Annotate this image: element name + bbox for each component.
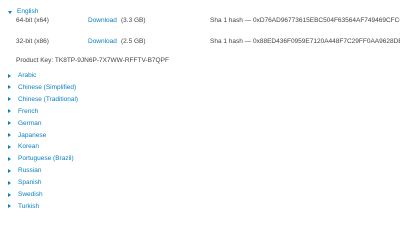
arch-label: 64-bit (x64) <box>16 17 49 24</box>
sha1-hash: Sha 1 hash — 0xD76AD96773615EBC504F63564… <box>210 17 400 24</box>
chevron-right-icon[interactable] <box>8 121 11 126</box>
language-label[interactable]: Korean <box>18 143 39 151</box>
language-label[interactable]: Spanish <box>18 179 42 187</box>
language-label[interactable]: Turkish <box>18 203 39 211</box>
chevron-right-icon[interactable] <box>8 192 11 197</box>
language-section-japanese[interactable]: Japanese <box>8 132 158 140</box>
chevron-right-icon[interactable] <box>8 156 11 161</box>
language-section-spanish[interactable]: Spanish <box>8 179 158 187</box>
language-label[interactable]: Chinese (Traditional) <box>18 96 78 104</box>
language-label[interactable]: German <box>18 120 41 128</box>
language-label[interactable]: Portuguese (Brazil) <box>18 155 74 163</box>
language-section-swedish[interactable]: Swedish <box>8 191 158 199</box>
language-section-portuguese-brazil[interactable]: Portuguese (Brazil) <box>8 155 158 163</box>
language-label[interactable]: French <box>18 108 38 116</box>
chevron-right-icon[interactable] <box>8 133 11 137</box>
language-section-chinese-simplified[interactable]: Chinese (Simplified) <box>8 84 158 92</box>
language-section-turkish[interactable]: Turkish <box>8 203 158 211</box>
sha1-hash: Sha 1 hash — 0x88ED436F0959E7120A448F7C2… <box>210 38 400 45</box>
language-label[interactable]: Arabic <box>18 72 36 80</box>
language-section-german[interactable]: German <box>8 120 158 128</box>
language-section-chinese-traditional[interactable]: Chinese (Traditional) <box>8 96 158 104</box>
download-size: (3.3 GB) <box>121 17 146 24</box>
language-label-english[interactable]: English <box>17 8 38 16</box>
language-label[interactable]: Swedish <box>18 191 43 199</box>
chevron-right-icon[interactable] <box>8 85 11 90</box>
chevron-down-icon[interactable] <box>8 11 12 14</box>
download-link-64bit[interactable]: Download <box>88 17 117 25</box>
download-size: (2.5 GB) <box>121 38 146 45</box>
language-label[interactable]: Japanese <box>18 132 46 140</box>
chevron-right-icon[interactable] <box>8 73 11 78</box>
product-key: Product Key: TK8TP-9JN6P-7X7WW-RFFTV-B7Q… <box>16 57 169 64</box>
arch-label: 32-bit (x86) <box>16 38 49 45</box>
chevron-right-icon[interactable] <box>8 204 11 209</box>
download-link-32bit[interactable]: Download <box>88 38 117 46</box>
language-label[interactable]: Chinese (Simplified) <box>18 84 76 92</box>
language-label[interactable]: Russian <box>18 167 41 175</box>
chevron-right-icon[interactable] <box>8 180 11 185</box>
chevron-right-icon[interactable] <box>8 97 11 102</box>
chevron-right-icon[interactable] <box>8 168 11 173</box>
language-section-russian[interactable]: Russian <box>8 167 158 175</box>
language-section-korean[interactable]: Korean <box>8 143 158 151</box>
chevron-right-icon[interactable] <box>8 144 11 149</box>
language-section-french[interactable]: French <box>8 108 158 116</box>
language-section-arabic[interactable]: Arabic <box>8 72 158 80</box>
chevron-right-icon[interactable] <box>8 109 11 114</box>
